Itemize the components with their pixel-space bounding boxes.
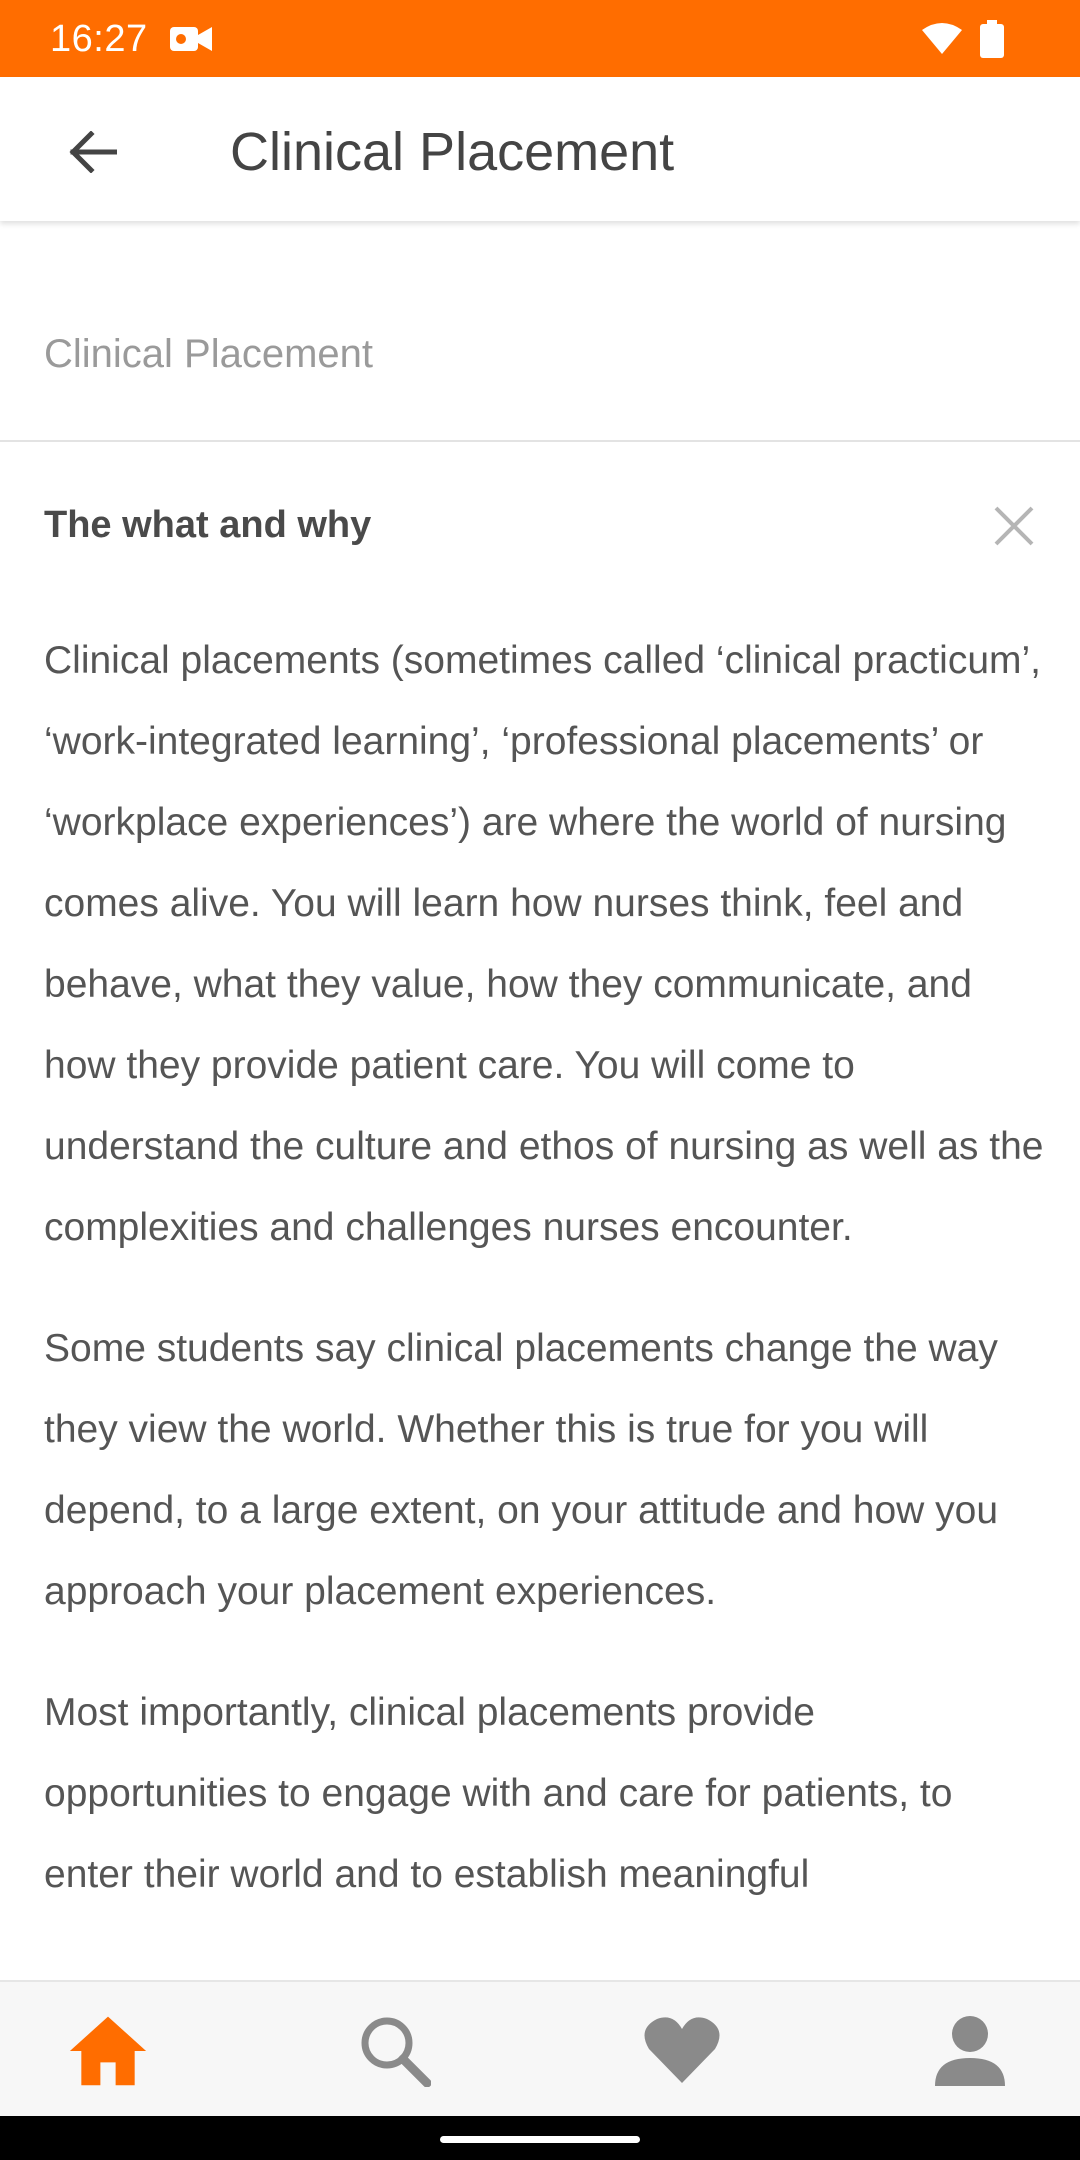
app-bar: Clinical Placement [0, 77, 1080, 221]
close-icon[interactable] [990, 502, 1038, 550]
divider [0, 440, 1080, 442]
system-gesture-area [0, 2116, 1080, 2160]
arrow-back-icon[interactable] [58, 117, 128, 187]
heart-icon[interactable] [642, 2010, 722, 2090]
bottom-navigation [0, 1980, 1080, 2116]
video-camera-icon [170, 25, 212, 58]
wifi-icon [922, 22, 962, 61]
card-heading: The what and why [44, 504, 372, 546]
gesture-handle[interactable] [440, 2136, 640, 2143]
paragraph: Most importantly, clinical placements pr… [44, 1691, 953, 1896]
paragraph: Clinical placements (sometimes called ‘c… [44, 639, 1044, 1249]
section-label: Clinical Placement [44, 332, 374, 376]
profile-icon[interactable] [930, 2010, 1010, 2090]
status-time: 16:27 [50, 18, 148, 60]
status-bar: 16:27 [0, 0, 1080, 77]
home-icon[interactable] [68, 2010, 148, 2090]
paragraph: Some students say clinical placements ch… [44, 1327, 999, 1613]
battery-icon [980, 20, 1004, 63]
article-body: Clinical placements (sometimes called ‘c… [44, 620, 1044, 1980]
search-icon[interactable] [354, 2010, 434, 2090]
page-title: Clinical Placement [230, 122, 675, 182]
